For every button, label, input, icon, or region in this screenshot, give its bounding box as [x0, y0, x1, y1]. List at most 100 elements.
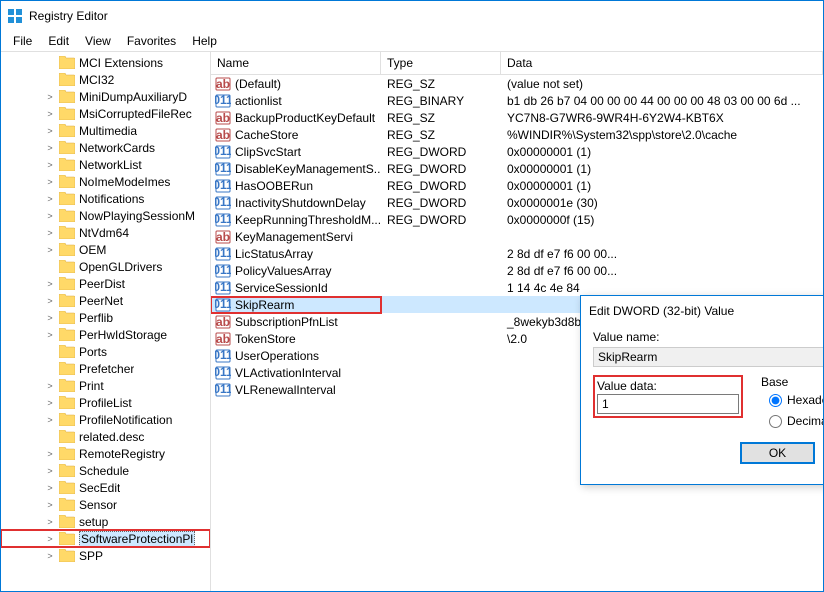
tree-item[interactable]: >Notifications — [1, 190, 210, 207]
expander-icon[interactable]: > — [45, 211, 55, 221]
string-value-icon: ab — [215, 331, 231, 347]
expander-icon[interactable]: > — [45, 398, 55, 408]
radio-dec[interactable] — [769, 415, 782, 428]
tree-item[interactable]: >NowPlayingSessionM — [1, 207, 210, 224]
tree-item[interactable]: >NetworkCards — [1, 139, 210, 156]
tree-item[interactable]: MCI Extensions — [1, 54, 210, 71]
col-header-name[interactable]: Name — [211, 52, 381, 74]
expander-icon[interactable]: > — [45, 143, 55, 153]
tree-item[interactable]: >Perflib — [1, 309, 210, 326]
radio-hex[interactable] — [769, 394, 782, 407]
tree-item[interactable]: OpenGLDrivers — [1, 258, 210, 275]
tree-item[interactable]: MCI32 — [1, 71, 210, 88]
tree-item[interactable]: >RemoteRegistry — [1, 445, 210, 462]
expander-icon[interactable]: > — [45, 92, 55, 102]
tree-item[interactable]: >Schedule — [1, 462, 210, 479]
list-row[interactable]: 011DisableKeyManagementS...REG_DWORD0x00… — [211, 160, 823, 177]
tree-item[interactable]: >Multimedia — [1, 122, 210, 139]
expander-icon[interactable]: > — [45, 517, 55, 527]
svg-text:ab: ab — [216, 128, 230, 142]
tree-item[interactable]: Prefetcher — [1, 360, 210, 377]
tree-item[interactable]: >ProfileList — [1, 394, 210, 411]
tree-item[interactable]: Ports — [1, 343, 210, 360]
expander-icon[interactable]: > — [45, 313, 55, 323]
tree-item[interactable]: >MsiCorruptedFileRec — [1, 105, 210, 122]
list-row[interactable]: abCacheStoreREG_SZ%WINDIR%\System32\spp\… — [211, 126, 823, 143]
expander-icon[interactable]: > — [45, 551, 55, 561]
cell-name: 011VLRenewalInterval — [211, 382, 381, 398]
list-row[interactable]: 011actionlistREG_BINARYb1 db 26 b7 04 00… — [211, 92, 823, 109]
cell-type: REG_BINARY — [381, 94, 501, 108]
expander-icon[interactable]: > — [45, 177, 55, 187]
expander-icon[interactable]: > — [45, 126, 55, 136]
folder-icon — [59, 532, 75, 545]
menu-favorites[interactable]: Favorites — [119, 32, 184, 50]
tree-item[interactable]: >PeerDist — [1, 275, 210, 292]
tree-item[interactable]: >Print — [1, 377, 210, 394]
ok-button[interactable]: OK — [740, 442, 815, 464]
binary-value-icon: 011 — [215, 195, 231, 211]
value-name-text: VLActivationInterval — [235, 366, 341, 380]
expander-icon[interactable]: > — [45, 381, 55, 391]
tree-item-label: NtVdm64 — [79, 226, 129, 240]
expander-icon[interactable]: > — [45, 415, 55, 425]
tree-pane[interactable]: MCI ExtensionsMCI32>MiniDumpAuxiliaryD>M… — [1, 52, 211, 591]
binary-value-icon: 011 — [215, 144, 231, 160]
list-row[interactable]: abBackupProductKeyDefaultREG_SZYC7N8-G7W… — [211, 109, 823, 126]
svg-text:011: 011 — [215, 195, 231, 209]
cell-name: 011VLActivationInterval — [211, 365, 381, 381]
tree-item[interactable]: >NetworkList — [1, 156, 210, 173]
tree-item[interactable]: >OEM — [1, 241, 210, 258]
menu-edit[interactable]: Edit — [40, 32, 77, 50]
expander-icon[interactable]: > — [45, 245, 55, 255]
expander-icon[interactable]: > — [45, 279, 55, 289]
tree-item[interactable]: >ProfileNotification — [1, 411, 210, 428]
tree-item[interactable]: >Sensor — [1, 496, 210, 513]
tree-item[interactable]: related.desc — [1, 428, 210, 445]
list-row[interactable]: abKeyManagementServi — [211, 228, 823, 245]
list-row[interactable]: 011InactivityShutdownDelayREG_DWORD0x000… — [211, 194, 823, 211]
expander-icon[interactable]: > — [45, 483, 55, 493]
tree-item[interactable]: >SPP — [1, 547, 210, 564]
expander-icon[interactable]: > — [45, 449, 55, 459]
list-row[interactable]: ab(Default)REG_SZ(value not set) — [211, 75, 823, 92]
tree-item[interactable]: >PeerNet — [1, 292, 210, 309]
tree-item[interactable]: >SecEdit — [1, 479, 210, 496]
tree-item[interactable]: >MiniDumpAuxiliaryD — [1, 88, 210, 105]
value-name-input[interactable] — [593, 347, 823, 367]
value-data-input[interactable] — [597, 394, 739, 414]
expander-icon[interactable]: > — [45, 330, 55, 340]
list-row[interactable]: 011LicStatusArray2 8d df e7 f6 00 00... — [211, 245, 823, 262]
expander-icon[interactable]: > — [45, 228, 55, 238]
list-row[interactable]: 011ServiceSessionId1 14 4c 4e 84 — [211, 279, 823, 296]
tree-item[interactable]: >NoImeModeImes — [1, 173, 210, 190]
expander-icon[interactable]: > — [45, 500, 55, 510]
expander-icon[interactable]: > — [45, 534, 55, 544]
list-row[interactable]: 011PolicyValuesArray2 8d df e7 f6 00 00.… — [211, 262, 823, 279]
menu-help[interactable]: Help — [184, 32, 225, 50]
tree-item-label: related.desc — [79, 430, 144, 444]
expander-icon[interactable]: > — [45, 160, 55, 170]
col-header-type[interactable]: Type — [381, 52, 501, 74]
dialog-titlebar[interactable]: Edit DWORD (32-bit) Value ✕ — [581, 296, 823, 326]
app-icon — [7, 8, 23, 24]
folder-icon — [59, 481, 75, 494]
col-header-data[interactable]: Data — [501, 52, 823, 74]
list-pane[interactable]: Name Type Data ab(Default)REG_SZ(value n… — [211, 52, 823, 591]
expander-icon[interactable]: > — [45, 296, 55, 306]
list-row[interactable]: 011ClipSvcStartREG_DWORD0x00000001 (1) — [211, 143, 823, 160]
menu-view[interactable]: View — [77, 32, 119, 50]
list-row[interactable]: 011KeepRunningThresholdM...REG_DWORD0x00… — [211, 211, 823, 228]
list-row[interactable]: 011HasOOBERunREG_DWORD0x00000001 (1) — [211, 177, 823, 194]
tree-item[interactable]: >setup — [1, 513, 210, 530]
expander-icon[interactable]: > — [45, 194, 55, 204]
value-name-text: PolicyValuesArray — [235, 264, 331, 278]
value-name-text: HasOOBERun — [235, 179, 313, 193]
dialog-title-text: Edit DWORD (32-bit) Value — [589, 304, 734, 318]
expander-icon[interactable]: > — [45, 109, 55, 119]
tree-item[interactable]: > NtVdm64 — [1, 224, 210, 241]
menu-file[interactable]: File — [5, 32, 40, 50]
tree-item[interactable]: >PerHwIdStorage — [1, 326, 210, 343]
expander-icon[interactable]: > — [45, 466, 55, 476]
tree-item[interactable]: >SoftwareProtectionPl — [1, 530, 210, 547]
